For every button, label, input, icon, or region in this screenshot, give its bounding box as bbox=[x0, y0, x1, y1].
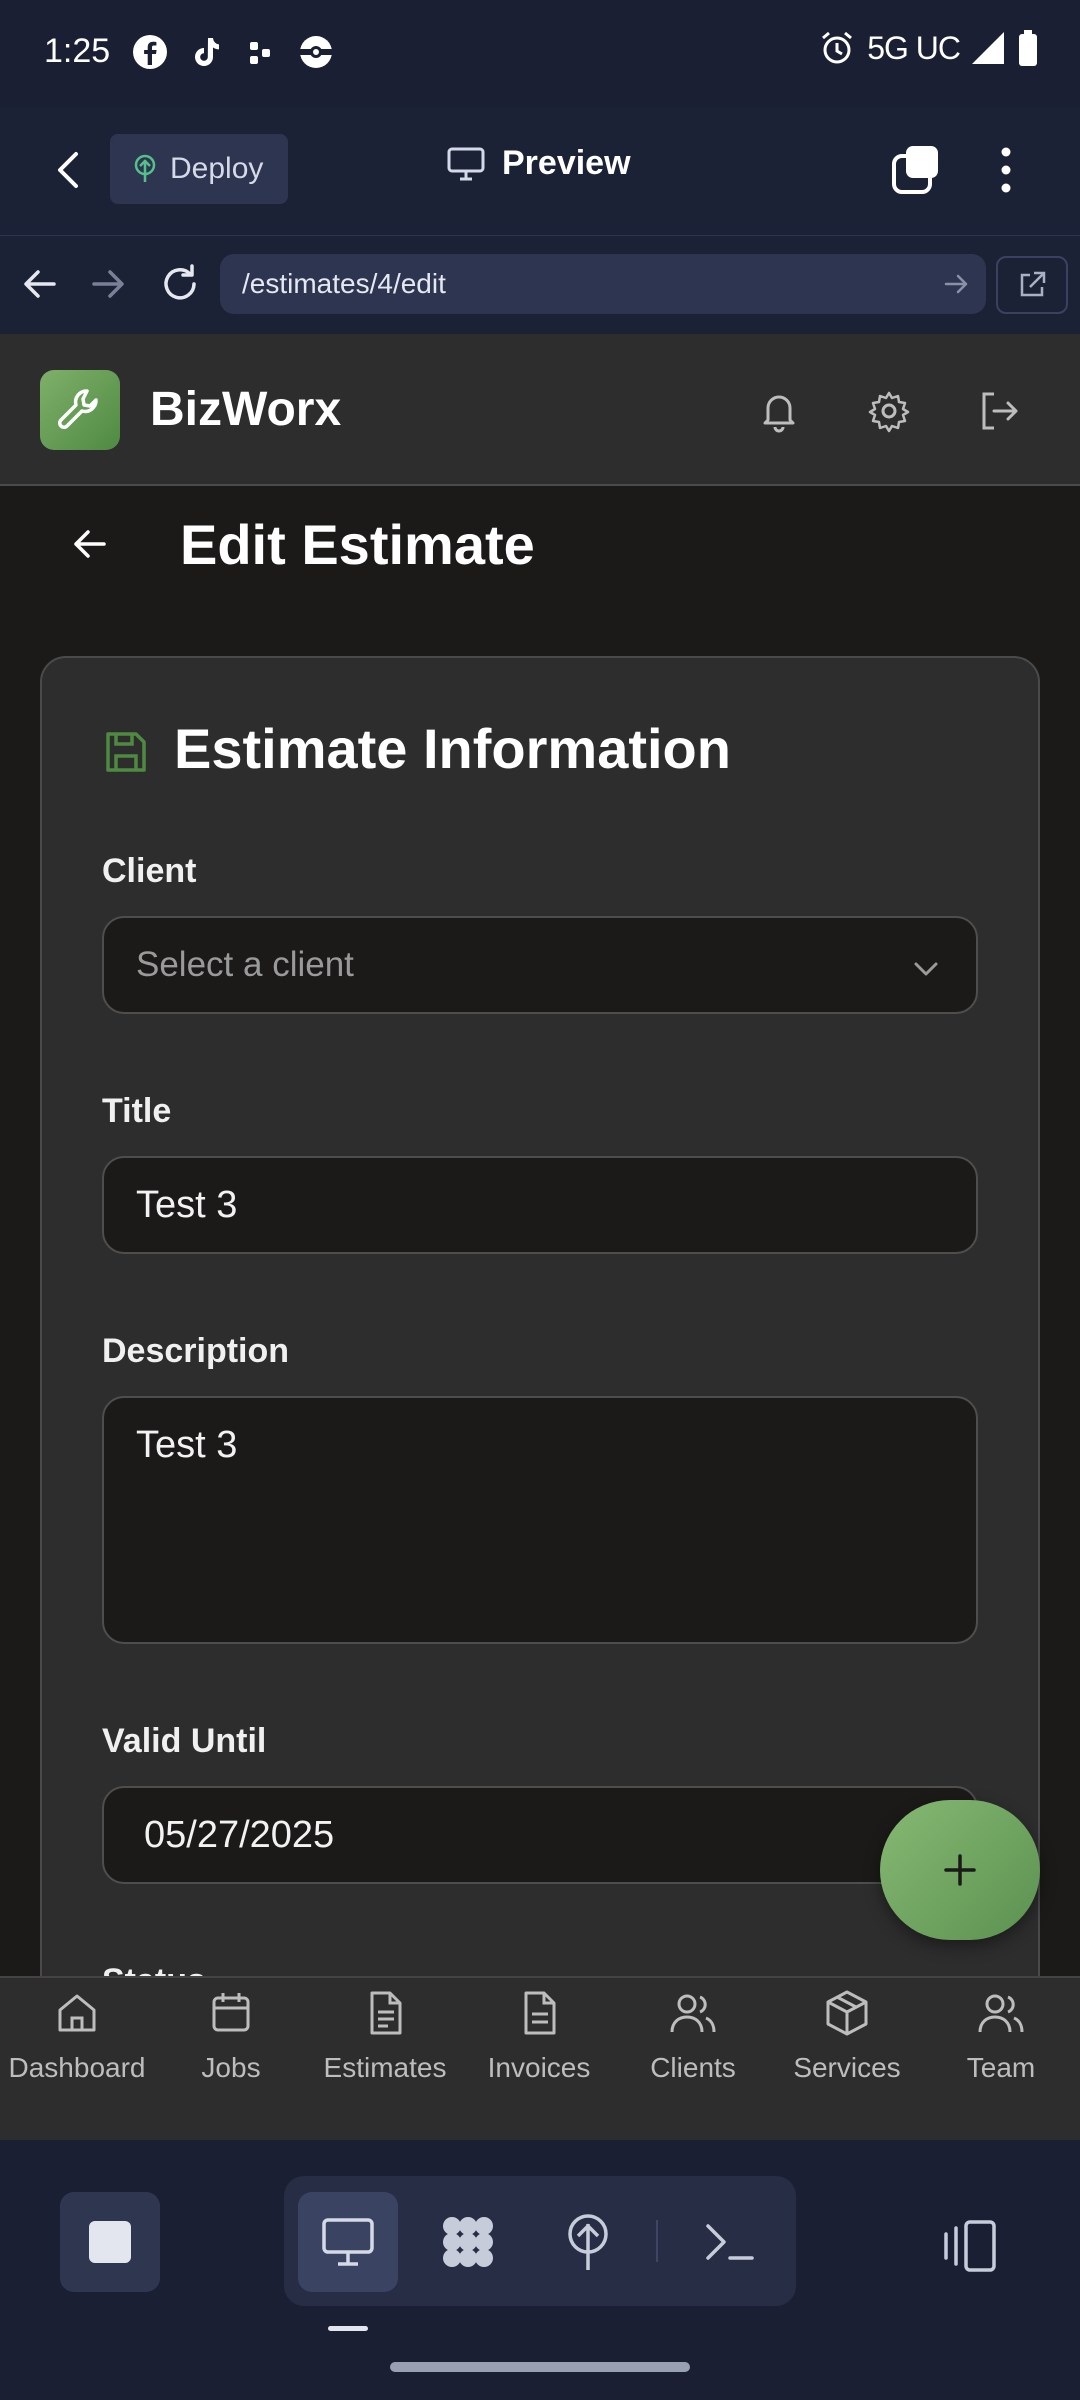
estimate-form-card: Estimate Information Client Select a cli… bbox=[40, 656, 1040, 2140]
battery-icon bbox=[1019, 30, 1037, 66]
tabs-icon[interactable] bbox=[890, 144, 942, 196]
title-label: Title bbox=[102, 1092, 172, 1130]
chevron-down-icon bbox=[914, 962, 938, 976]
logout-icon[interactable] bbox=[976, 388, 1022, 434]
deploy-icon bbox=[134, 154, 156, 182]
shell-dock-button[interactable] bbox=[680, 2192, 780, 2292]
home-indicator[interactable] bbox=[390, 2362, 690, 2372]
monitor-icon bbox=[447, 147, 485, 180]
reload-icon[interactable] bbox=[156, 260, 204, 308]
title-input[interactable]: Test 3 bbox=[102, 1156, 978, 1254]
plus-icon bbox=[944, 1854, 976, 1886]
web-app: BizWorx Edit Estimate Estimate Informati… bbox=[0, 334, 1080, 2140]
nav-clients[interactable]: Clients bbox=[616, 1978, 770, 2142]
dock-separator bbox=[656, 2220, 658, 2262]
client-label: Client bbox=[102, 852, 197, 890]
preview-dock-button[interactable] bbox=[298, 2192, 398, 2292]
active-indicator bbox=[328, 2326, 368, 2331]
nav-label: Jobs bbox=[201, 2052, 261, 2083]
add-fab-button[interactable] bbox=[880, 1800, 1040, 1940]
page-back-icon[interactable] bbox=[68, 522, 112, 566]
pokeball-icon bbox=[300, 36, 332, 68]
users-icon bbox=[670, 1994, 716, 2033]
bell-icon[interactable] bbox=[756, 388, 802, 434]
package-icon bbox=[826, 1990, 868, 2036]
nav-label: Estimates bbox=[323, 2052, 447, 2083]
invoice-icon bbox=[524, 1991, 556, 2035]
status-bar: 1:25 5G UC bbox=[0, 0, 1080, 108]
alarm-icon bbox=[822, 31, 853, 64]
save-icon bbox=[106, 732, 146, 772]
card-title: Estimate Information bbox=[174, 717, 731, 780]
deploy-button[interactable]: Deploy bbox=[110, 134, 288, 204]
url-text: /estimates/4/edit bbox=[242, 268, 446, 299]
home-icon bbox=[58, 1994, 96, 2032]
more-options-icon[interactable] bbox=[986, 144, 1026, 196]
browser-forward-icon[interactable] bbox=[84, 260, 132, 308]
nav-label: Team bbox=[966, 2052, 1036, 2083]
description-label: Description bbox=[102, 1332, 290, 1370]
wrench-icon bbox=[58, 389, 98, 429]
page-title: Edit Estimate bbox=[180, 513, 535, 576]
nav-estimates[interactable]: Estimates bbox=[308, 1978, 462, 2142]
go-arrow-icon[interactable] bbox=[940, 268, 972, 300]
tiktok-icon bbox=[195, 38, 219, 66]
stop-button[interactable] bbox=[60, 2192, 160, 2292]
browser-back-icon[interactable] bbox=[16, 260, 64, 308]
status-time: 1:25 bbox=[44, 32, 111, 70]
monitor-icon bbox=[322, 2218, 374, 2266]
valid-until-label: Valid Until bbox=[102, 1722, 267, 1760]
deploy-label: Deploy bbox=[170, 152, 264, 185]
nav-services[interactable]: Services bbox=[770, 1978, 924, 2142]
dock-tools bbox=[284, 2176, 796, 2306]
gear-icon[interactable] bbox=[866, 388, 912, 434]
status-right: 5G UC bbox=[817, 28, 1040, 68]
browser-bar: /estimates/4/edit bbox=[0, 236, 1080, 334]
nav-label: Invoices bbox=[487, 2052, 591, 2083]
document-icon bbox=[370, 1991, 402, 2035]
nav-invoices[interactable]: Invoices bbox=[462, 1978, 616, 2142]
app-header: BizWorx bbox=[0, 334, 1080, 486]
app-logo[interactable] bbox=[40, 370, 120, 450]
network-type: 5G UC bbox=[867, 29, 961, 66]
bottom-nav: Dashboard Jobs Estimates Invoices Client… bbox=[0, 1976, 1080, 2140]
panel-toggle-icon[interactable] bbox=[940, 2216, 1000, 2276]
apps-grid-icon bbox=[443, 2217, 493, 2267]
stop-icon bbox=[89, 2221, 131, 2263]
nav-label: Dashboard bbox=[8, 2052, 146, 2083]
signal-icon bbox=[972, 32, 1004, 64]
dots-icon bbox=[250, 42, 270, 64]
terminal-icon bbox=[706, 2224, 754, 2260]
client-select[interactable]: Select a client bbox=[102, 916, 978, 1014]
client-placeholder: Select a client bbox=[136, 945, 354, 984]
team-icon bbox=[978, 1994, 1024, 2033]
preview-label: Preview bbox=[502, 144, 631, 182]
nav-label: Services bbox=[793, 2052, 901, 2083]
apps-dock-button[interactable] bbox=[418, 2192, 518, 2292]
external-link-icon bbox=[1020, 271, 1046, 297]
brand-name[interactable]: BizWorx bbox=[150, 382, 341, 437]
deploy-dock-button[interactable] bbox=[538, 2192, 638, 2292]
back-icon[interactable] bbox=[48, 148, 92, 192]
open-external-button[interactable] bbox=[996, 256, 1068, 314]
facebook-icon bbox=[133, 35, 167, 69]
nav-team[interactable]: Team bbox=[924, 1978, 1078, 2142]
description-textarea[interactable]: Test 3 bbox=[102, 1396, 978, 1644]
calendar-icon bbox=[212, 1993, 250, 2032]
ide-dock bbox=[0, 2140, 1080, 2400]
valid-until-date-input[interactable]: 05/27/2025 bbox=[102, 1786, 978, 1884]
deploy-icon bbox=[568, 2214, 608, 2270]
nav-label: Clients bbox=[650, 2052, 736, 2083]
nav-jobs[interactable]: Jobs bbox=[154, 1978, 308, 2142]
preview-tab[interactable]: Preview bbox=[446, 144, 631, 183]
ide-toolbar: Deploy Preview bbox=[0, 108, 1080, 236]
nav-dashboard[interactable]: Dashboard bbox=[0, 1978, 154, 2142]
url-field[interactable]: /estimates/4/edit bbox=[220, 254, 986, 314]
